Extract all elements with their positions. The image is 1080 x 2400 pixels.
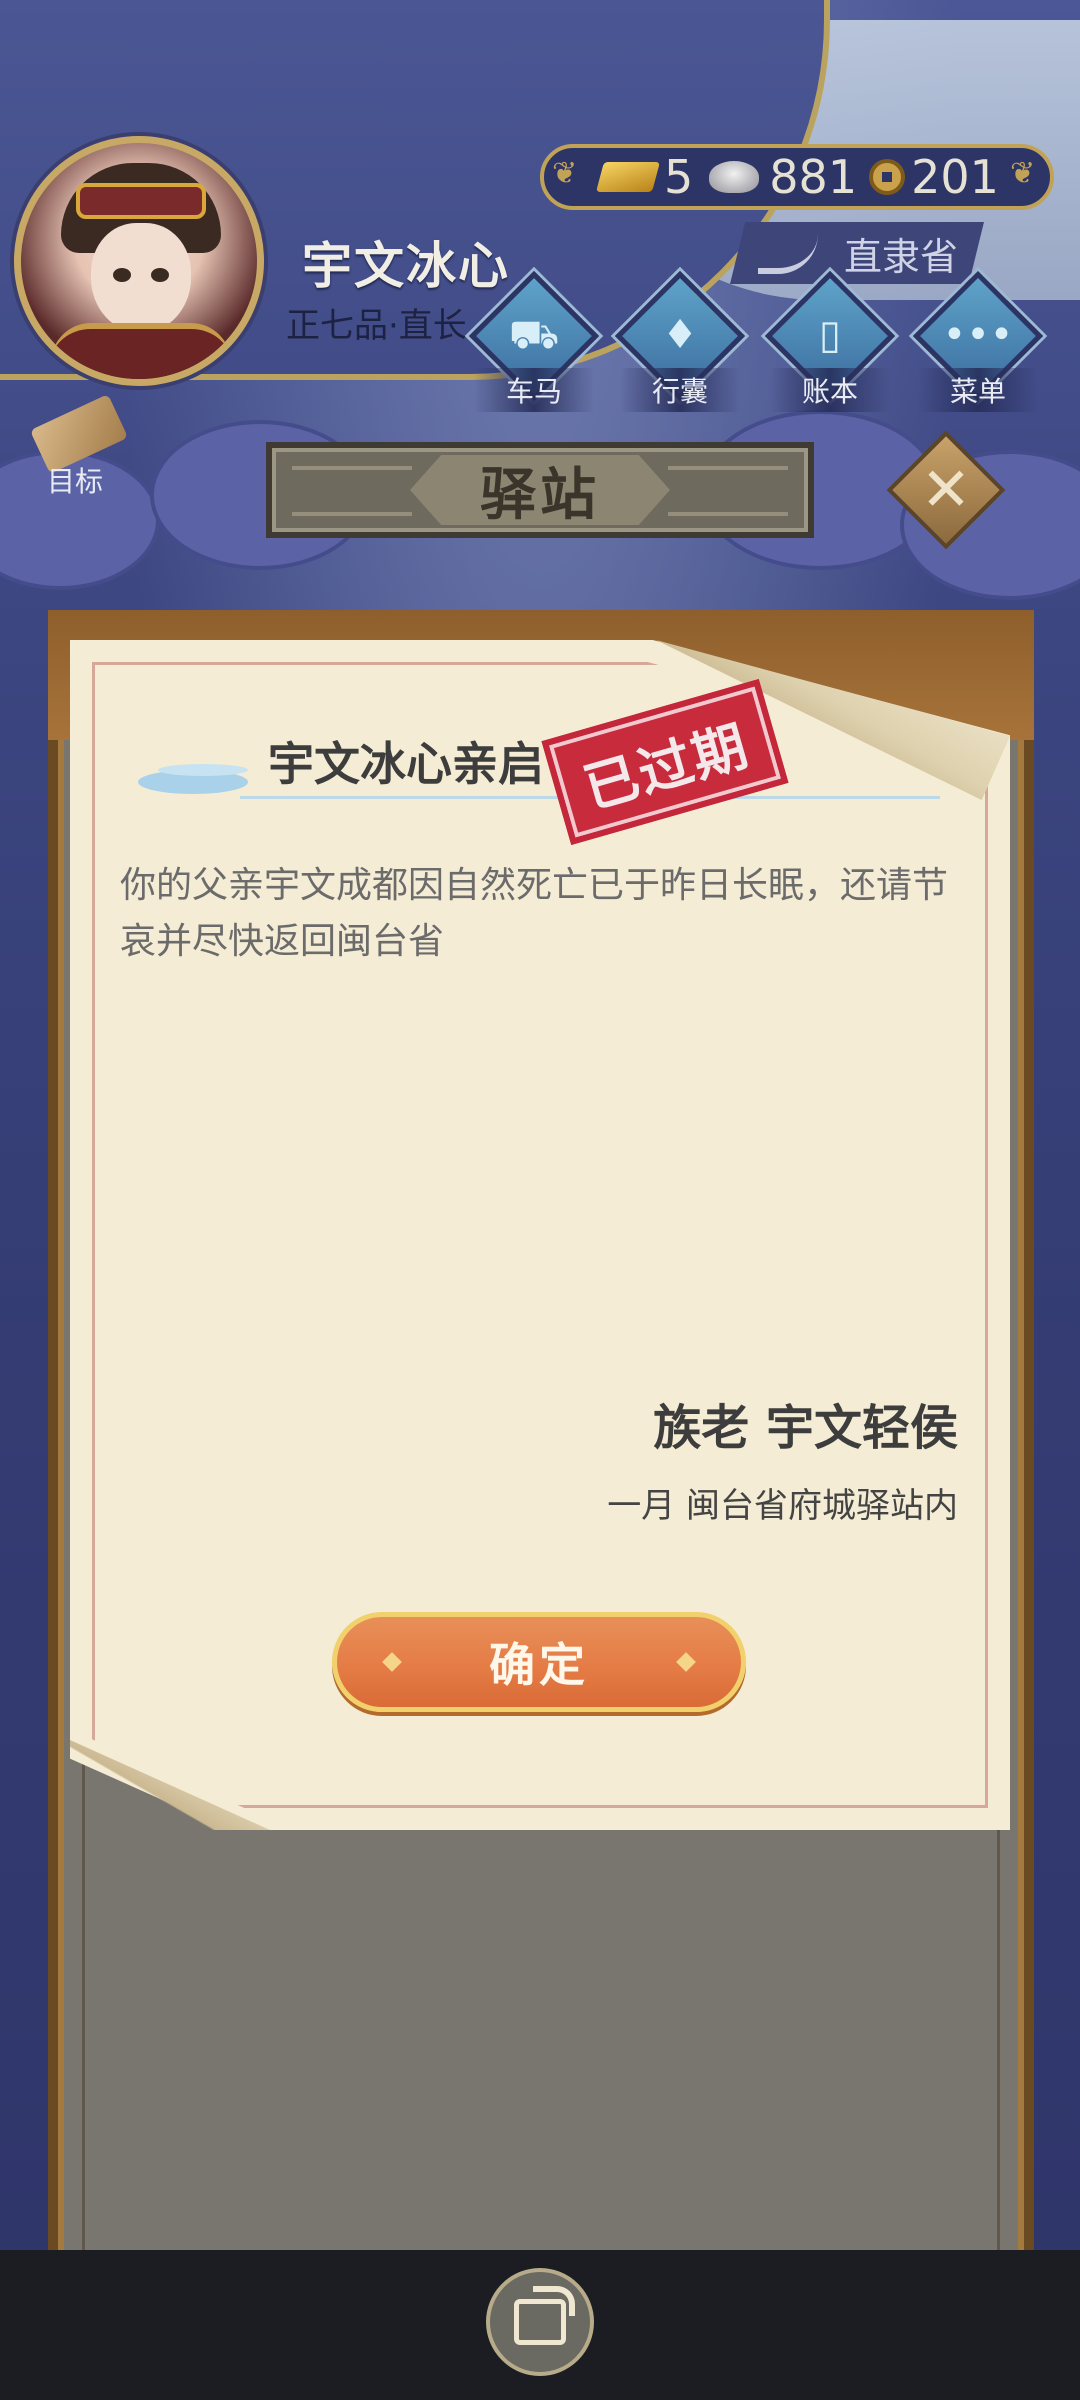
share-icon [514, 2286, 575, 2345]
goal-label: 目标 [46, 465, 103, 498]
carriage-button[interactable]: ⛟ 车马 [468, 270, 600, 412]
coin-count: 201 [911, 150, 999, 204]
gold-count: 5 [664, 150, 694, 204]
cloud-swirl-icon [128, 758, 248, 796]
province-button[interactable]: 直隶省 [730, 222, 984, 284]
ledger-button[interactable]: ▯ 账本 [764, 270, 896, 412]
screen-title-plaque: 驿站 [266, 442, 814, 538]
letter-recipient: 宇文冰心亲启 [268, 737, 544, 791]
gold-ingot-icon [595, 162, 661, 192]
letter-message: 你的父亲宇文成都因自然死亡已于昨日长眠，还请节哀并尽快返回闽台省 [120, 865, 949, 962]
bag-label: 行囊 [620, 368, 740, 412]
currency-bar: ❦ 5 881 201 ❦ [540, 144, 1054, 210]
silver-count: 881 [769, 150, 858, 204]
confirm-label: 确定 [489, 1638, 589, 1692]
bamboo-right-icon: ❦ [1010, 156, 1036, 191]
copper-coin-icon [869, 159, 906, 195]
player-avatar[interactable] [14, 136, 264, 386]
player-rank: 正七品·直长 [286, 306, 467, 346]
menu-button[interactable]: ••• 菜单 [912, 270, 1044, 412]
province-label: 直隶省 [843, 234, 958, 279]
bag-button[interactable]: ♦ 行囊 [614, 270, 746, 412]
letter-dateline: 一月 闽台省府城驿站内 [607, 1486, 958, 1526]
screen-title: 驿站 [410, 455, 670, 525]
diamond-right-icon [676, 1652, 696, 1672]
silver-ingot-icon [709, 161, 760, 193]
letter-signature: 族老 宇文轻侯 [653, 1400, 958, 1456]
confirm-button[interactable]: 确定 [332, 1612, 746, 1712]
bamboo-left-icon: ❦ [552, 156, 578, 191]
ledger-label: 账本 [770, 368, 890, 412]
carriage-label: 车马 [474, 368, 594, 412]
close-icon[interactable]: ✕ [904, 448, 988, 532]
player-name: 宇文冰心 [302, 237, 510, 295]
diamond-left-icon [382, 1652, 402, 1672]
goal-button[interactable]: 目标 [20, 394, 130, 498]
map-brush-icon [758, 232, 818, 274]
share-button[interactable] [486, 2268, 594, 2376]
menu-label: 菜单 [918, 368, 1038, 412]
